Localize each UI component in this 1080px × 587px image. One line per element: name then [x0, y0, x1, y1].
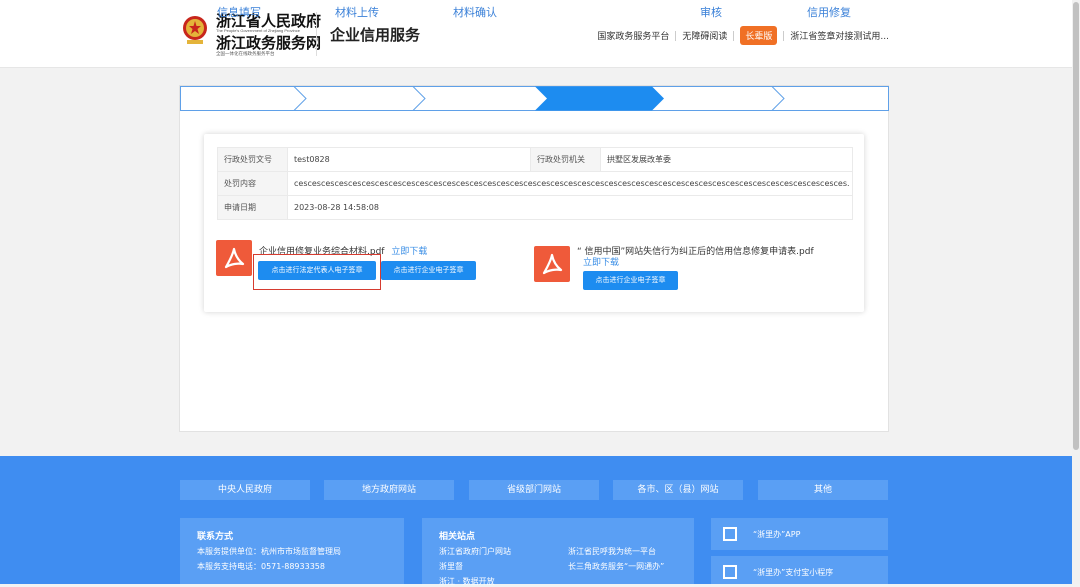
related-link[interactable]: 浙江 · 数据开放	[439, 576, 568, 587]
table-row: 行政处罚文号 test0828 行政处罚机关 拱墅区发展改革委	[217, 147, 853, 172]
elder-mode-button[interactable]: 长辈版	[740, 26, 778, 45]
related-title: 相关站点	[439, 532, 476, 542]
related-link[interactable]: 长三角政务服务“一网通办”	[568, 561, 664, 572]
label-penalty-number: 行政处罚文号	[217, 147, 288, 172]
pdf-file-icon	[216, 240, 252, 276]
step-credit-repair[interactable]: 信用修复	[770, 0, 888, 25]
logo-title-service-network[interactable]: 浙江政务服务网	[216, 32, 321, 53]
file1-download-link[interactable]: 立即下载	[391, 247, 427, 257]
logo-subtitle-service-network: 全国一体化在线政务服务平台	[216, 52, 275, 57]
related-col-2: 浙江省民呼我为统一平台 长三角政务服务“一网通办”	[568, 542, 664, 587]
nav-national-platform[interactable]: 国家政务服务平台	[597, 29, 669, 42]
footer-contact: 联系方式 本服务提供单位：杭州市市场监督管理局 本服务支持电话：0571-889…	[180, 518, 404, 584]
pdf-acrobat-icon	[542, 253, 563, 275]
value-apply-date: 2023-08-28 14:58:08	[287, 195, 853, 220]
highlight-box	[253, 254, 381, 290]
label-penalty-content: 处罚内容	[217, 171, 288, 196]
nav-divider	[733, 30, 735, 41]
table-row: 申请日期 2023-08-28 14:58:08	[217, 195, 853, 220]
top-nav: 国家政务服务平台 无障碍阅读 长辈版 浙江省签章对接测试用...	[597, 26, 889, 45]
step-review[interactable]: 审核	[652, 0, 770, 25]
contact-provider: 本服务提供单位：杭州市市场监督管理局	[197, 547, 341, 556]
progress-steps	[180, 86, 889, 111]
qr-code-icon	[723, 565, 737, 579]
related-col-1: 浙江省政府门户网站 浙里督 浙江 · 数据开放	[439, 542, 568, 587]
nav-accessibility[interactable]: 无障碍阅读	[682, 29, 727, 42]
scrollbar-thumb[interactable]	[1073, 2, 1079, 450]
scrollbar-track[interactable]	[1072, 0, 1080, 584]
footer-link-city-county[interactable]: 各市、区（县）网站	[613, 480, 743, 500]
penalty-info-table: 行政处罚文号 test0828 行政处罚机关 拱墅区发展改革委 处罚内容 ces…	[217, 147, 853, 220]
file2-download-link[interactable]: 立即下载	[583, 255, 619, 268]
step-material-confirm[interactable]: 材料确认	[416, 0, 534, 25]
step-material-upload[interactable]: 材料上传	[298, 0, 416, 25]
value-penalty-authority: 拱墅区发展改革委	[600, 147, 853, 172]
footer-alipay-miniprogram[interactable]: “浙里办”支付宝小程序	[711, 556, 888, 584]
footer-app-zheliban[interactable]: “浙里办”APP	[711, 518, 888, 550]
site-header: 浙江省人民政府 The People's Government of Zheji…	[0, 0, 1080, 68]
user-account-link[interactable]: 浙江省签章对接测试用...	[790, 29, 889, 42]
label-penalty-authority: 行政处罚机关	[530, 147, 601, 172]
nav-divider	[783, 30, 785, 41]
related-link[interactable]: 浙里督	[439, 561, 568, 572]
footer-link-provincial-depts[interactable]: 省级部门网站	[469, 480, 599, 500]
qr-code-icon	[723, 527, 737, 541]
step-e-signature-active[interactable]: 电子签名	[542, 0, 642, 25]
value-penalty-number: test0828	[287, 147, 531, 172]
related-link[interactable]: 浙江省民呼我为统一平台	[568, 546, 664, 557]
company-esign-button-1[interactable]: 点击进行企业电子签章	[381, 261, 476, 280]
contact-phone: 本服务支持电话：0571-88933358	[197, 562, 325, 571]
page-title: 企业信用服务	[330, 26, 421, 44]
label-apply-date: 申请日期	[217, 195, 288, 220]
table-row: 处罚内容 cescescescescescescescescescescesce…	[217, 171, 853, 196]
footer-link-other[interactable]: 其他	[758, 480, 888, 500]
footer-link-central-gov[interactable]: 中央人民政府	[180, 480, 310, 500]
related-links: 浙江省政府门户网站 浙里督 浙江 · 数据开放 浙江省民呼我为统一平台 长三角政…	[439, 542, 677, 587]
app-label: “浙里办”APP	[753, 530, 801, 539]
related-link[interactable]: 浙江省政府门户网站	[439, 546, 568, 557]
value-penalty-content: cescescescescescescescescescescescescesc…	[287, 171, 853, 196]
miniprogram-label: “浙里办”支付宝小程序	[753, 568, 834, 577]
pdf-acrobat-icon	[224, 247, 245, 269]
nav-divider	[675, 30, 677, 41]
footer-link-local-gov[interactable]: 地方政府网站	[324, 480, 454, 500]
footer-related-sites: 相关站点 浙江省政府门户网站 浙里督 浙江 · 数据开放 浙江省民呼我为统一平台…	[422, 518, 694, 587]
company-esign-button-2[interactable]: 点击进行企业电子签章	[583, 271, 678, 290]
contact-title: 联系方式	[197, 532, 234, 542]
step-info-fill[interactable]: 信息填写	[180, 0, 298, 25]
pdf-file-icon	[534, 246, 570, 282]
